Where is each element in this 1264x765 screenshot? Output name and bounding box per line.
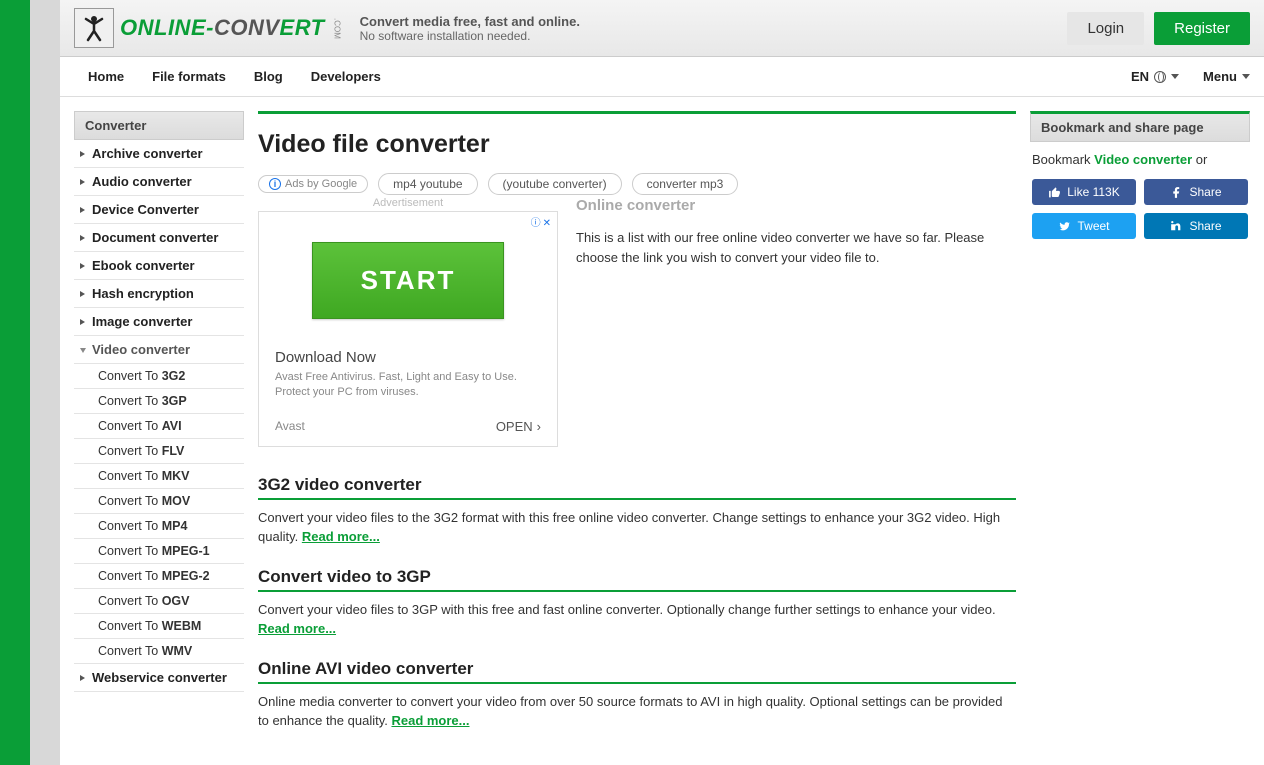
right-sidebar: Bookmark and share page Bookmark Video c… [1030,111,1250,751]
ad-chip[interactable]: converter mp3 [632,173,739,195]
ad-box: Advertisement ⓘ✕ START Download Now Avas… [258,197,558,447]
logo-text: ONLINE-CONVERT [120,15,325,41]
language-selector[interactable]: EN [1131,69,1179,84]
sidebar-sub-item[interactable]: Convert To OGV [74,589,244,614]
nav-file-formats[interactable]: File formats [138,57,240,96]
chevron-down-icon [1171,74,1179,79]
accent-bar [258,111,1016,114]
sidebar-sub-item[interactable]: Convert To 3G2 [74,364,244,389]
intro-text: This is a list with our free online vide… [576,228,1016,267]
sidebar-sub-item[interactable]: Convert To 3GP [74,389,244,414]
content: Video file converter iAds by Google mp4 … [258,111,1016,751]
ad-chip[interactable]: (youtube converter) [488,173,622,195]
ad-card[interactable]: ⓘ✕ START Download Now Avast Free Antivir… [258,211,558,447]
logo-icon [74,8,114,48]
facebook-like-button[interactable]: Like 113K [1032,179,1136,205]
nav-developers[interactable]: Developers [297,57,395,96]
main-nav: Home File formats Blog Developers EN Men… [60,57,1264,97]
sidebar-item[interactable]: Document converter [74,224,244,252]
read-more-link[interactable]: Read more... [302,529,380,544]
sidebar-item[interactable]: Device Converter [74,196,244,224]
sidebar-sub-item[interactable]: Convert To WEBM [74,614,244,639]
sidebar-heading: Converter [74,111,244,140]
section-heading[interactable]: 3G2 video converter [258,475,1016,500]
thumbs-up-icon [1048,186,1061,199]
ad-headline: Download Now [275,349,541,366]
intro-heading: Online converter [576,197,1016,214]
sidebar-sub-item[interactable]: Convert To MPEG-1 [74,539,244,564]
read-more-link[interactable]: Read more... [391,713,469,728]
ad-brand: Avast [275,419,305,433]
ad-description: Avast Free Antivirus. Fast, Light and Ea… [275,370,541,401]
logo[interactable]: ONLINE-CONVERT .COM [74,8,342,48]
converter-section: Convert video to 3GP Convert your video f… [258,567,1016,639]
chevron-right-icon: › [537,419,541,434]
sidebar-sub-item[interactable]: Convert To MOV [74,489,244,514]
page-title: Video file converter [258,130,1016,159]
section-heading[interactable]: Online AVI video converter [258,659,1016,684]
sidebar-item[interactable]: Hash encryption [74,280,244,308]
sidebar-item[interactable]: Audio converter [74,168,244,196]
info-icon: i [269,178,281,190]
ad-open-button[interactable]: OPEN› [496,419,541,434]
right-sidebar-heading: Bookmark and share page [1030,111,1250,142]
converter-section: 3G2 video converter Convert your video fi… [258,475,1016,547]
sidebar-sub-item[interactable]: Convert To MP4 [74,514,244,539]
twitter-tweet-button[interactable]: Tweet [1032,213,1136,239]
bookmark-line: Bookmark Video converter or [1032,152,1248,167]
sidebar-sub-item[interactable]: Convert To AVI [74,414,244,439]
globe-icon [1154,71,1166,83]
login-button[interactable]: Login [1067,12,1144,45]
section-text: Online media converter to convert your v… [258,692,1016,731]
converter-section: Online AVI video converter Online media c… [258,659,1016,731]
sidebar-sub-item[interactable]: Convert To MPEG-2 [74,564,244,589]
facebook-share-button[interactable]: Share [1144,179,1248,205]
tagline: Convert media free, fast and online. No … [360,14,580,43]
sidebar-item[interactable]: Ebook converter [74,252,244,280]
read-more-link[interactable]: Read more... [258,621,336,636]
sidebar-item[interactable]: Image converter [74,308,244,336]
logo-suffix: .COM [333,18,342,39]
ad-choices-icon[interactable]: ⓘ✕ [531,214,551,229]
sidebar: Converter Archive converterAudio convert… [74,111,244,751]
advertisement-label: Advertisement [258,197,558,209]
sidebar-item[interactable]: Archive converter [74,140,244,168]
ad-start-button[interactable]: START [312,242,505,319]
section-text: Convert your video files to the 3G2 form… [258,508,1016,547]
sidebar-sub-item[interactable]: Convert To WMV [74,639,244,664]
sidebar-sub-item[interactable]: Convert To MKV [74,464,244,489]
register-button[interactable]: Register [1154,12,1250,45]
linkedin-share-button[interactable]: Share [1144,213,1248,239]
intro-block: Online converter This is a list with our… [576,197,1016,447]
twitter-icon [1058,220,1071,233]
facebook-icon [1170,186,1183,199]
sidebar-sub-item[interactable]: Convert To FLV [74,439,244,464]
ads-by-google-label: iAds by Google [258,175,368,193]
ad-chip[interactable]: mp4 youtube [378,173,477,195]
sidebar-item[interactable]: Video converter [74,336,244,364]
sidebar-item[interactable]: Webservice converter [74,664,244,692]
section-heading[interactable]: Convert video to 3GP [258,567,1016,592]
linkedin-icon [1170,220,1183,233]
section-text: Convert your video files to 3GP with thi… [258,600,1016,639]
ad-chips-row: iAds by Google mp4 youtube (youtube conv… [258,173,1016,195]
top-bar: ONLINE-CONVERT .COM Convert media free, … [60,0,1264,57]
nav-home[interactable]: Home [74,57,138,96]
nav-blog[interactable]: Blog [240,57,297,96]
menu-selector[interactable]: Menu [1203,69,1250,84]
chevron-down-icon [1242,74,1250,79]
bookmark-link[interactable]: Video converter [1094,152,1192,167]
